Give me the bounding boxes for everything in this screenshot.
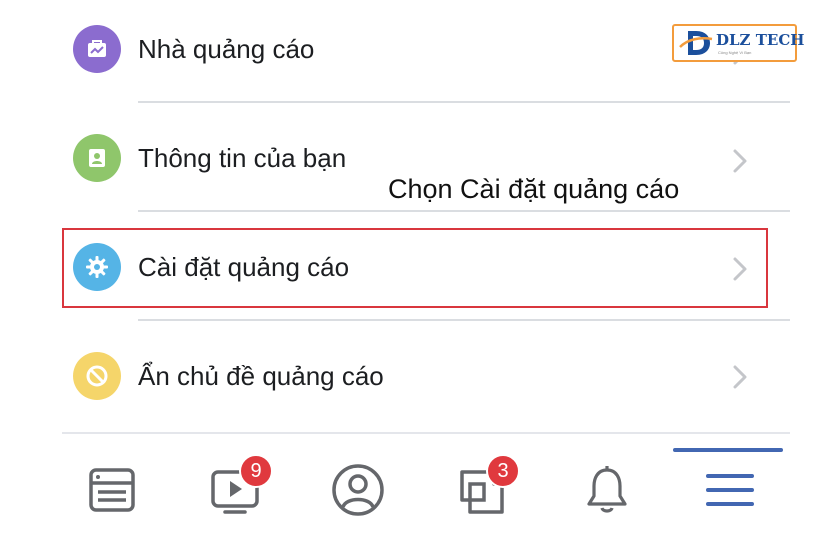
menu-item-label: Ẩn chủ đề quảng cáo xyxy=(138,361,384,391)
menu-item-hide-ad-topics[interactable]: Ẩn chủ đề quảng cáo xyxy=(0,327,840,427)
notification-badge: 9 xyxy=(239,454,273,488)
bottom-tab-bar: 9 3 xyxy=(0,440,840,535)
highlight-box xyxy=(62,228,768,308)
your-info-icon xyxy=(73,134,121,182)
news-feed-icon xyxy=(89,468,135,512)
tab-pages[interactable]: 3 xyxy=(452,454,520,520)
menu-icon xyxy=(706,474,754,506)
tab-watch[interactable]: 9 xyxy=(205,454,273,520)
advertiser-icon xyxy=(73,25,121,73)
dlz-tech-logo: DLZ TECH Công Nghệ Vì Bạn xyxy=(672,24,804,62)
tab-notifications[interactable] xyxy=(577,460,637,520)
chevron-right-icon xyxy=(733,365,747,389)
menu-item-label: Nhà quảng cáo xyxy=(138,34,315,64)
logo-tagline: Công Nghệ Vì Bạn xyxy=(718,50,752,55)
tab-menu[interactable] xyxy=(700,460,760,520)
tab-profile[interactable] xyxy=(328,460,388,520)
logo-text: DLZ TECH xyxy=(716,31,805,49)
profile-icon xyxy=(332,464,384,516)
chevron-right-icon xyxy=(733,149,747,173)
annotation-text: Chọn Cài đặt quảng cáo xyxy=(388,174,680,204)
tabbar-divider xyxy=(62,432,790,434)
tab-news-feed[interactable] xyxy=(82,460,142,520)
notification-badge: 3 xyxy=(486,454,520,488)
menu-item-label: Thông tin của bạn xyxy=(138,143,347,173)
divider xyxy=(138,210,790,212)
notifications-icon xyxy=(587,466,627,513)
hide-topic-icon xyxy=(73,352,121,400)
logo-mark-icon xyxy=(679,31,713,55)
divider xyxy=(138,319,790,321)
divider xyxy=(138,101,790,103)
